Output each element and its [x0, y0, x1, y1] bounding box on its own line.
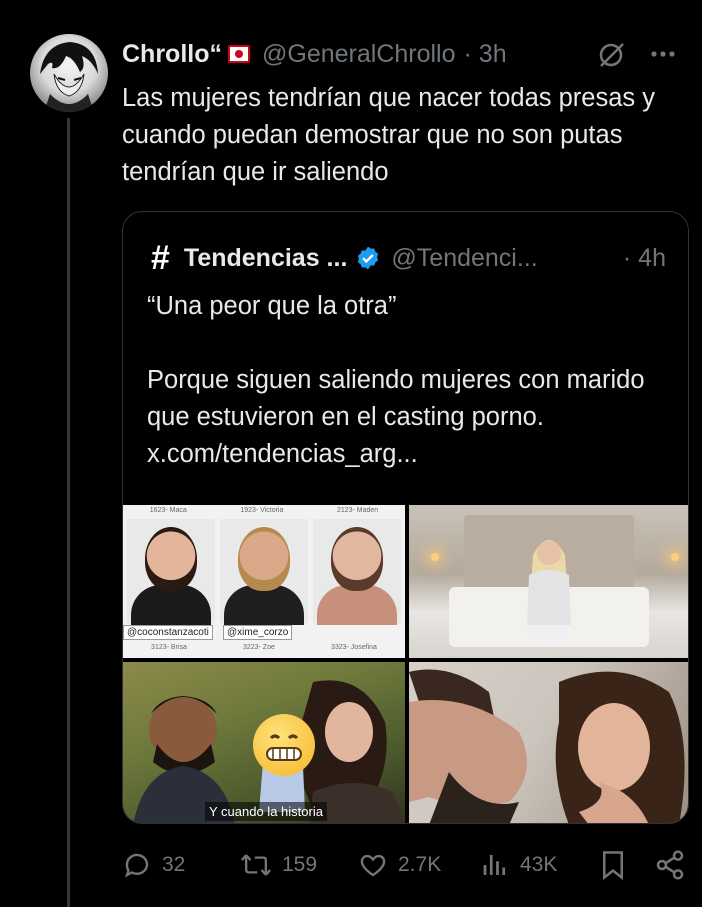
- lamp: [671, 553, 679, 561]
- portrait: [127, 519, 215, 625]
- like-icon: [360, 854, 386, 877]
- quoted-timestamp[interactable]: · 4h: [623, 244, 666, 273]
- display-name[interactable]: Chrollo“: [122, 40, 222, 69]
- media-family-image[interactable]: Y cuando la historia: [123, 662, 405, 823]
- portrait: [220, 519, 308, 625]
- casting-label: 1923- Victoria: [240, 507, 284, 514]
- media-bedroom-image[interactable]: [409, 505, 688, 658]
- quoted-handle[interactable]: @Tendenci...: [391, 244, 537, 273]
- media-grid: 1623- Maca 1923- Victoria 2123- Maden @c…: [123, 505, 688, 823]
- casting-label: 1623- Maca: [149, 507, 187, 514]
- reply-button[interactable]: 32: [122, 847, 185, 883]
- instagram-tag: @coconstanzacoti: [123, 625, 213, 640]
- more-icon[interactable]: [650, 50, 676, 58]
- like-count: 2.7K: [398, 853, 442, 876]
- couple-photo: [409, 669, 685, 823]
- grinning-emoji-icon: [253, 714, 315, 776]
- repost-count: 159: [282, 853, 318, 876]
- reply-icon: [124, 853, 149, 878]
- bookmark-button[interactable]: [600, 847, 626, 883]
- grok-icon[interactable]: [596, 38, 628, 70]
- media-casting-image[interactable]: 1623- Maca 1923- Victoria 2123- Maden @c…: [123, 505, 405, 658]
- share-button[interactable]: [654, 847, 686, 883]
- quoted-header: # Tendencias ... @Tendenci... · 4h: [151, 238, 666, 277]
- thread-line: [67, 118, 70, 907]
- reply-count: 32: [162, 853, 186, 876]
- casting-labels: 1623- Maca 1923- Victoria 2123- Maden: [123, 507, 405, 514]
- share-icon: [656, 850, 684, 880]
- handle[interactable]: @GeneralChrollo: [262, 40, 456, 69]
- casting-label: 2123- Maden: [336, 507, 379, 514]
- flag-emoji-icon: [228, 45, 250, 63]
- like-button[interactable]: 2.7K: [358, 847, 441, 883]
- quoted-text: “Una peor que la otra” Porque siguen sal…: [147, 292, 645, 468]
- media-couple-image[interactable]: [409, 662, 688, 823]
- hashtag-avatar-icon: #: [151, 238, 170, 277]
- lamp: [431, 553, 439, 561]
- casting-label: 3323- Josefina: [330, 644, 377, 651]
- tweet-text: Las mujeres tendrían que nacer todas pre…: [122, 84, 655, 186]
- views-count: 43K: [520, 853, 558, 876]
- casting-labels-bottom: 3123- Brisa 3223- Zoe 3323- Josefina: [123, 644, 405, 651]
- quoted-display-name[interactable]: Tendencias ...: [184, 244, 347, 273]
- instagram-tag: @xime_corzo: [223, 625, 293, 640]
- action-bar: 32 159 2.7K 43K: [122, 847, 692, 883]
- video-caption: Y cuando la historia: [205, 802, 327, 821]
- bookmark-icon: [603, 851, 623, 880]
- portrait: [313, 519, 401, 625]
- quoted-tweet[interactable]: # Tendencias ... @Tendenci... · 4h “Una …: [122, 211, 689, 824]
- views-button[interactable]: 43K: [480, 847, 557, 883]
- person-figure: [527, 540, 571, 645]
- repost-icon: [240, 854, 272, 876]
- verified-icon: [358, 246, 379, 270]
- casting-label: 3123- Brisa: [151, 644, 187, 651]
- repost-button[interactable]: 159: [240, 847, 317, 883]
- timestamp[interactable]: · 3h: [464, 40, 507, 69]
- casting-label: 3223- Zoe: [242, 644, 275, 651]
- views-icon: [483, 855, 506, 875]
- avatar[interactable]: [30, 34, 108, 112]
- tweet-header: Chrollo“ @GeneralChrollo · 3h: [122, 36, 688, 72]
